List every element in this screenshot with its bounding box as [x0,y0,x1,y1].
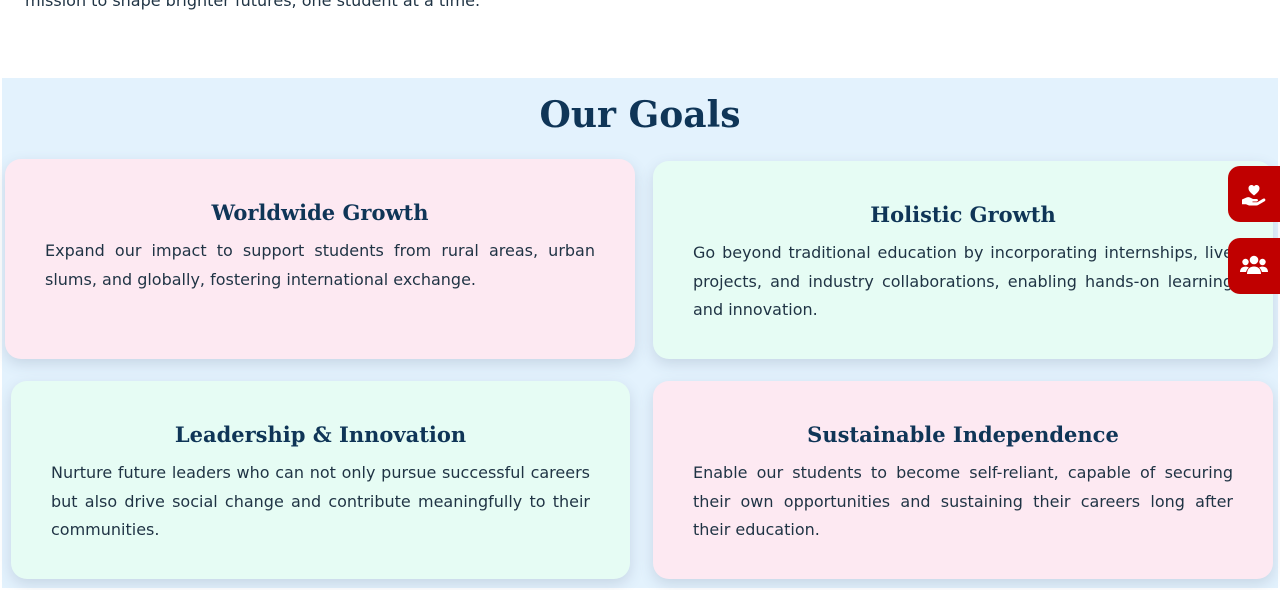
section-title: Our Goals [539,94,741,136]
goal-card-leadership-innovation: Leadership & Innovation Nurture future l… [11,381,630,579]
intro-text-fragment: mission to shape brighter futures, one s… [25,0,481,10]
goal-card-title: Holistic Growth [870,202,1056,227]
goal-card-description: Go beyond traditional education by incor… [693,243,1233,319]
goal-card-title: Leadership & Innovation [174,422,467,447]
goal-card-title: Sustainable Independence [807,422,1119,447]
hand-holding-heart-icon [1240,180,1268,208]
users-group-icon [1239,253,1269,279]
goal-card-holistic-growth: Holistic Growth Go beyond traditional ed… [653,161,1273,359]
goal-card-description: Expand our impact to support students fr… [45,241,595,289]
donate-side-button[interactable] [1228,166,1280,222]
goal-card-sustainable-independence: Sustainable Independence Enable our stud… [653,381,1273,579]
community-side-button[interactable] [1228,238,1280,294]
goal-card-worldwide-growth: Worldwide Growth Expand our impact to su… [5,159,635,359]
goal-card-title: Worldwide Growth [211,200,429,225]
goal-card-description: Nurture future leaders who can not only … [51,463,590,539]
goal-card-description: Enable our students to become self-relia… [693,463,1233,539]
